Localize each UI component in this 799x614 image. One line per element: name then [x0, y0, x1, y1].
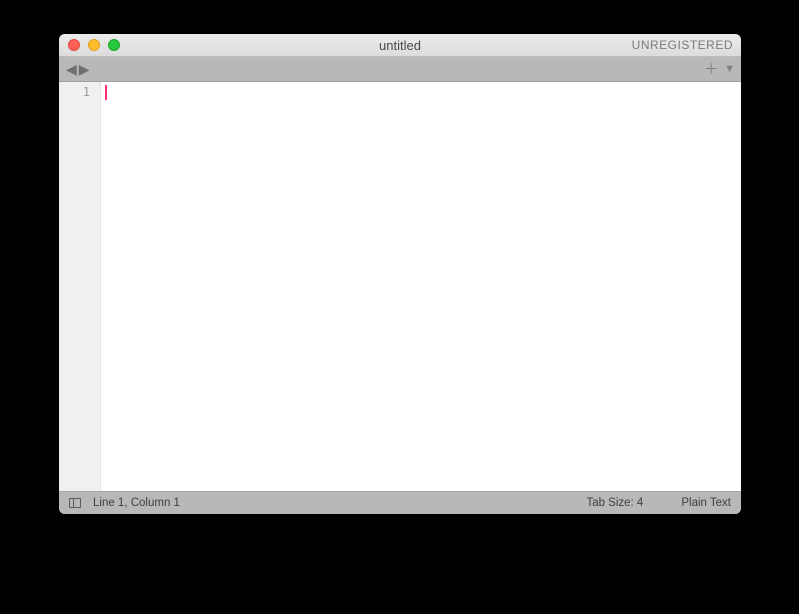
text-area[interactable] [101, 82, 741, 491]
line-number[interactable]: 1 [59, 84, 100, 100]
minimize-icon[interactable] [88, 39, 100, 51]
tab-dropdown-icon[interactable]: ▼ [724, 64, 735, 75]
panel-toggle-icon[interactable] [69, 498, 81, 508]
nav-forward-icon[interactable]: ▶ [78, 62, 91, 76]
tab-size-selector[interactable]: Tab Size: 4 [586, 497, 643, 509]
tab-bar: ◀ ▶ ＋ ▼ [59, 57, 741, 82]
new-tab-icon[interactable]: ＋ [704, 62, 718, 76]
registration-status[interactable]: UNREGISTERED [632, 38, 741, 52]
zoom-icon[interactable] [108, 39, 120, 51]
close-icon[interactable] [68, 39, 80, 51]
editor-window: untitled UNREGISTERED ◀ ▶ ＋ ▼ 1 Line 1, … [59, 34, 741, 514]
cursor-position[interactable]: Line 1, Column 1 [93, 497, 180, 509]
syntax-selector[interactable]: Plain Text [681, 497, 731, 509]
history-nav: ◀ ▶ [65, 62, 91, 76]
editor-area: 1 [59, 82, 741, 491]
status-bar: Line 1, Column 1 Tab Size: 4 Plain Text [59, 491, 741, 514]
line-gutter[interactable]: 1 [59, 82, 101, 491]
text-cursor [105, 85, 107, 100]
titlebar[interactable]: untitled UNREGISTERED [59, 34, 741, 57]
window-controls [59, 39, 120, 51]
nav-back-icon[interactable]: ◀ [65, 62, 78, 76]
